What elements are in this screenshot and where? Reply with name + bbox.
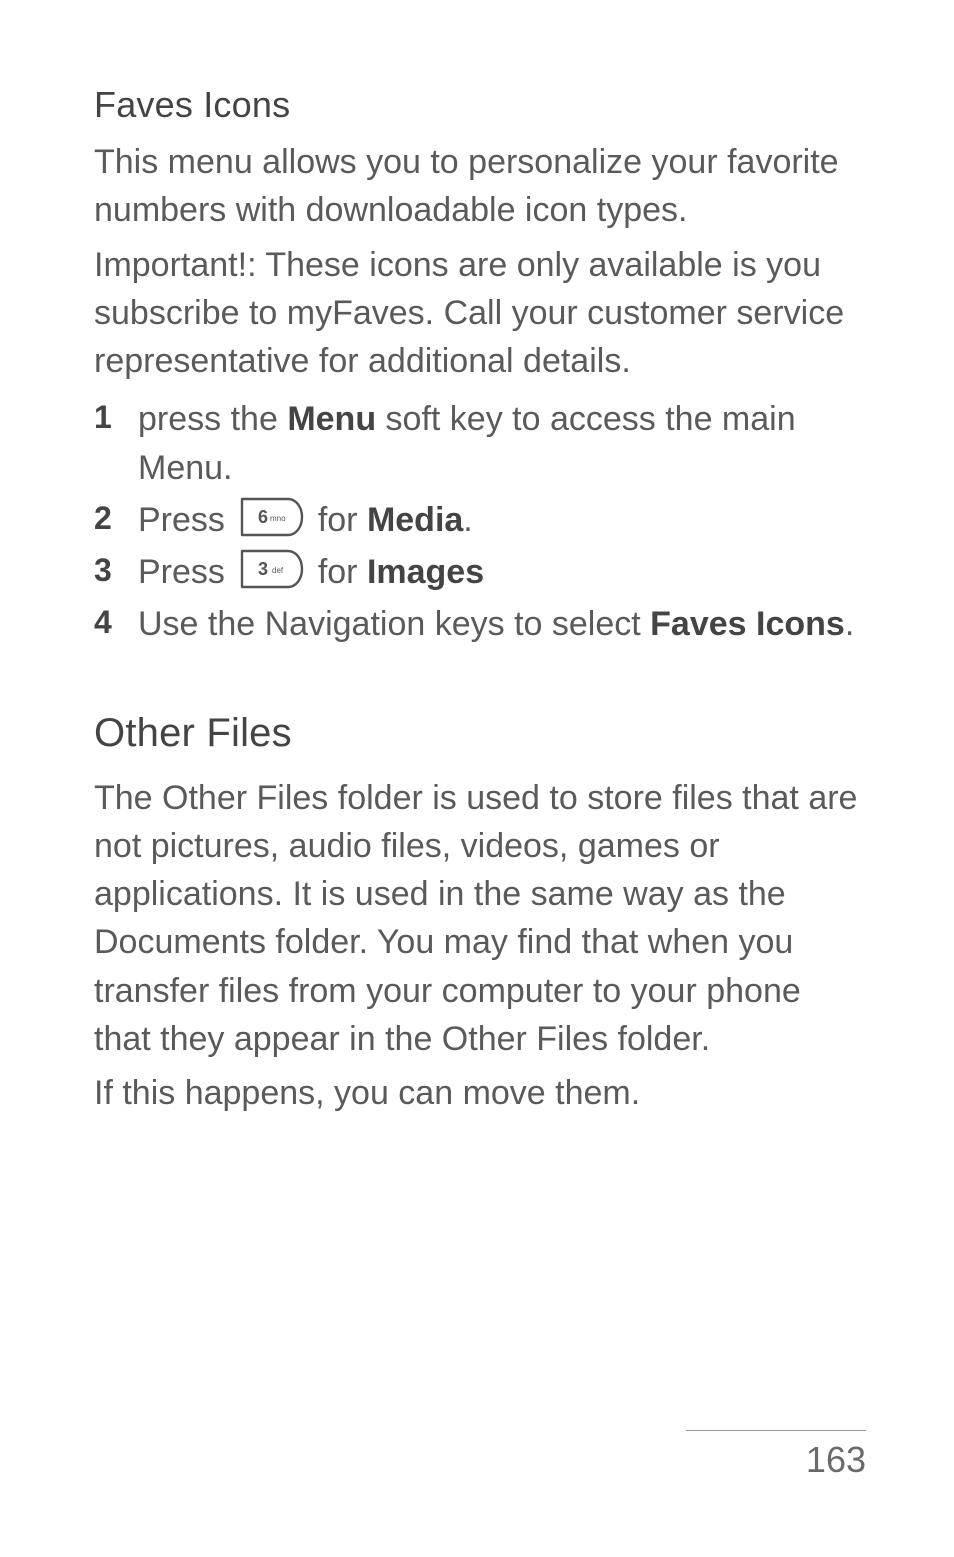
- page-number: 163: [686, 1439, 866, 1481]
- step-3-press: Press: [138, 553, 234, 591]
- page-footer: 163: [686, 1430, 866, 1481]
- step-3-for: for: [318, 553, 367, 591]
- other-files-p2: If this happens, you can move them.: [94, 1069, 866, 1117]
- step-1: press the Menu soft key to access the ma…: [94, 395, 866, 492]
- faves-important-text: Important!: These icons are only availab…: [94, 241, 866, 386]
- step-1-menu-bold: Menu: [287, 400, 376, 438]
- other-files-p1: The Other Files folder is used to store …: [94, 774, 866, 1064]
- step-2-for: for: [318, 501, 367, 539]
- three-key-icon: 3 def: [238, 549, 304, 589]
- step-2-press: Press: [138, 501, 234, 539]
- other-files-heading: Other Files: [94, 711, 866, 756]
- svg-text:6: 6: [258, 507, 268, 527]
- faves-intro-text: This menu allows you to personalize your…: [94, 138, 866, 235]
- step-3-images-bold: Images: [367, 553, 484, 591]
- step-4-text-a: Use the Navigation keys to select: [138, 605, 650, 643]
- svg-text:mno: mno: [270, 514, 286, 523]
- step-2-media-bold: Media: [367, 501, 463, 539]
- step-3: Press 3 def for Images: [94, 548, 866, 596]
- faves-steps-list: press the Menu soft key to access the ma…: [94, 395, 866, 648]
- step-4-faves-bold: Faves Icons: [650, 605, 845, 643]
- faves-icons-heading: Faves Icons: [94, 84, 866, 126]
- six-key-icon: 6 mno: [238, 497, 304, 537]
- step-2: Press 6 mno for Media.: [94, 496, 866, 544]
- footer-rule: [686, 1430, 866, 1431]
- step-1-text-a: press the: [138, 400, 287, 438]
- step-2-dot: .: [463, 501, 472, 539]
- page-container: Faves Icons This menu allows you to pers…: [0, 0, 954, 1557]
- step-4: Use the Navigation keys to select Faves …: [94, 600, 866, 648]
- svg-text:def: def: [272, 566, 284, 575]
- svg-text:3: 3: [258, 559, 268, 579]
- step-4-dot: .: [845, 605, 854, 643]
